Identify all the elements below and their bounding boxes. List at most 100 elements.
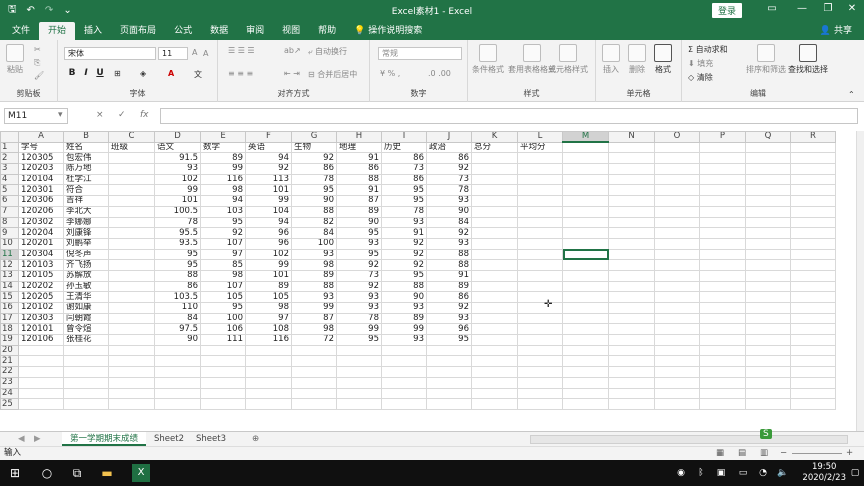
cell-g10[interactable]: 100 (291, 237, 337, 250)
cell-r6[interactable] (790, 195, 836, 207)
cell-a12[interactable]: 120103 (18, 259, 64, 271)
cell-p1[interactable] (699, 141, 746, 154)
cell-g19[interactable]: 72 (291, 334, 337, 346)
cell-q22[interactable] (745, 366, 791, 378)
cell-m1[interactable] (562, 141, 609, 154)
column-header-j[interactable]: J (426, 131, 472, 143)
cell-i15[interactable]: 90 (381, 291, 427, 303)
minimize-icon[interactable]: — (792, 3, 812, 14)
cell-n23[interactable] (608, 376, 655, 389)
cell-h20[interactable] (336, 344, 382, 357)
cell-a19[interactable]: 120106 (18, 334, 64, 346)
cell-h22[interactable] (336, 366, 382, 378)
cell-h4[interactable]: 88 (336, 173, 382, 186)
cell-f10[interactable]: 96 (245, 237, 292, 250)
cell-k12[interactable] (471, 259, 518, 271)
namebox-dropdown-icon[interactable]: ▾ (58, 110, 63, 120)
cell-g24[interactable] (291, 387, 337, 400)
cell-n15[interactable] (608, 291, 655, 303)
cell-j1[interactable]: 政治 (426, 141, 472, 154)
cell-k5[interactable] (471, 184, 518, 197)
cell-p16[interactable] (699, 302, 746, 314)
cell-g20[interactable] (291, 344, 337, 357)
tab-formulas[interactable]: 公式 (165, 22, 201, 40)
cell-h17[interactable]: 78 (336, 312, 382, 325)
cell-b23[interactable] (63, 376, 109, 389)
column-header-m[interactable]: M (562, 131, 609, 144)
cell-p8[interactable] (699, 216, 746, 229)
cell-k3[interactable] (471, 163, 518, 175)
cell-a24[interactable] (18, 387, 64, 400)
cell-g5[interactable]: 95 (291, 184, 337, 197)
cell-p7[interactable] (699, 205, 746, 218)
cell-e16[interactable]: 95 (200, 302, 246, 314)
row-header[interactable]: 2 (0, 152, 19, 165)
cell-n2[interactable] (608, 152, 655, 165)
cell-l24[interactable] (517, 387, 563, 400)
row-header[interactable]: 12 (0, 259, 19, 271)
cell-r3[interactable] (790, 163, 836, 175)
tab-home[interactable]: 开始 (39, 22, 76, 40)
cell-j19[interactable]: 95 (426, 334, 472, 346)
add-sheet-icon[interactable]: ⊕ (244, 432, 267, 446)
cell-p2[interactable] (699, 152, 746, 165)
cell-l12[interactable] (517, 259, 563, 271)
cell-l17[interactable] (517, 312, 563, 325)
cell-o13[interactable] (654, 269, 700, 282)
cell-b1[interactable]: 姓名 (63, 141, 109, 154)
cell-c6[interactable] (108, 195, 155, 207)
tell-me-search[interactable]: 💡 操作说明搜索 (345, 22, 431, 40)
cell-styles-button[interactable]: 单元格样式 (548, 44, 588, 75)
formula-input[interactable] (160, 108, 858, 124)
cell-n18[interactable] (608, 323, 655, 336)
cell-m17[interactable] (562, 312, 609, 325)
cell-o20[interactable] (654, 344, 700, 357)
cell-c3[interactable] (108, 163, 155, 175)
cell-q24[interactable] (745, 387, 791, 400)
taskbar-clock[interactable]: 19:50 2020/2/23 (802, 462, 846, 484)
cell-e25[interactable] (200, 398, 246, 410)
cell-q17[interactable] (745, 312, 791, 325)
row-header[interactable]: 20 (0, 344, 19, 357)
cell-p22[interactable] (699, 366, 746, 378)
cell-d14[interactable]: 86 (154, 280, 201, 293)
cell-a2[interactable]: 120305 (18, 152, 64, 165)
cell-f18[interactable]: 108 (245, 323, 292, 336)
tab-help[interactable]: 帮助 (309, 22, 345, 40)
number-format-select[interactable]: 常规 (378, 47, 462, 60)
cell-h15[interactable]: 93 (336, 291, 382, 303)
cell-c23[interactable] (108, 376, 155, 389)
cell-k14[interactable] (471, 280, 518, 293)
cell-d4[interactable]: 102 (154, 173, 201, 186)
cell-f19[interactable]: 116 (245, 334, 292, 346)
cell-q18[interactable] (745, 323, 791, 336)
row-header[interactable]: 14 (0, 280, 19, 293)
bluetooth-icon[interactable]: ᛒ (692, 464, 710, 482)
column-header-i[interactable]: I (381, 131, 427, 143)
cell-l11[interactable] (517, 248, 563, 261)
column-header-b[interactable]: B (63, 131, 109, 143)
cell-l7[interactable] (517, 205, 563, 218)
wrap-text-button[interactable]: ⤶ 自动换行 (308, 46, 347, 57)
cell-b13[interactable]: 苏解放 (63, 269, 109, 282)
cell-a18[interactable]: 120101 (18, 323, 64, 336)
cell-l14[interactable] (517, 280, 563, 293)
file-explorer-icon[interactable]: ▬ (98, 464, 116, 482)
cell-b7[interactable]: 李北大 (63, 205, 109, 218)
cell-l10[interactable] (517, 237, 563, 250)
cell-a5[interactable]: 120301 (18, 184, 64, 197)
cell-c22[interactable] (108, 366, 155, 378)
cell-j13[interactable]: 91 (426, 269, 472, 282)
cell-n4[interactable] (608, 173, 655, 186)
cell-n1[interactable] (608, 141, 655, 154)
sort-filter-button[interactable]: 排序和筛选 (746, 44, 786, 75)
cell-q9[interactable] (745, 227, 791, 239)
cell-f4[interactable]: 113 (245, 173, 292, 186)
cell-f13[interactable]: 101 (245, 269, 292, 282)
cell-o6[interactable] (654, 195, 700, 207)
cell-n16[interactable] (608, 302, 655, 314)
cell-e17[interactable]: 100 (200, 312, 246, 325)
cell-f8[interactable]: 94 (245, 216, 292, 229)
cell-k20[interactable] (471, 344, 518, 357)
cell-q23[interactable] (745, 376, 791, 389)
